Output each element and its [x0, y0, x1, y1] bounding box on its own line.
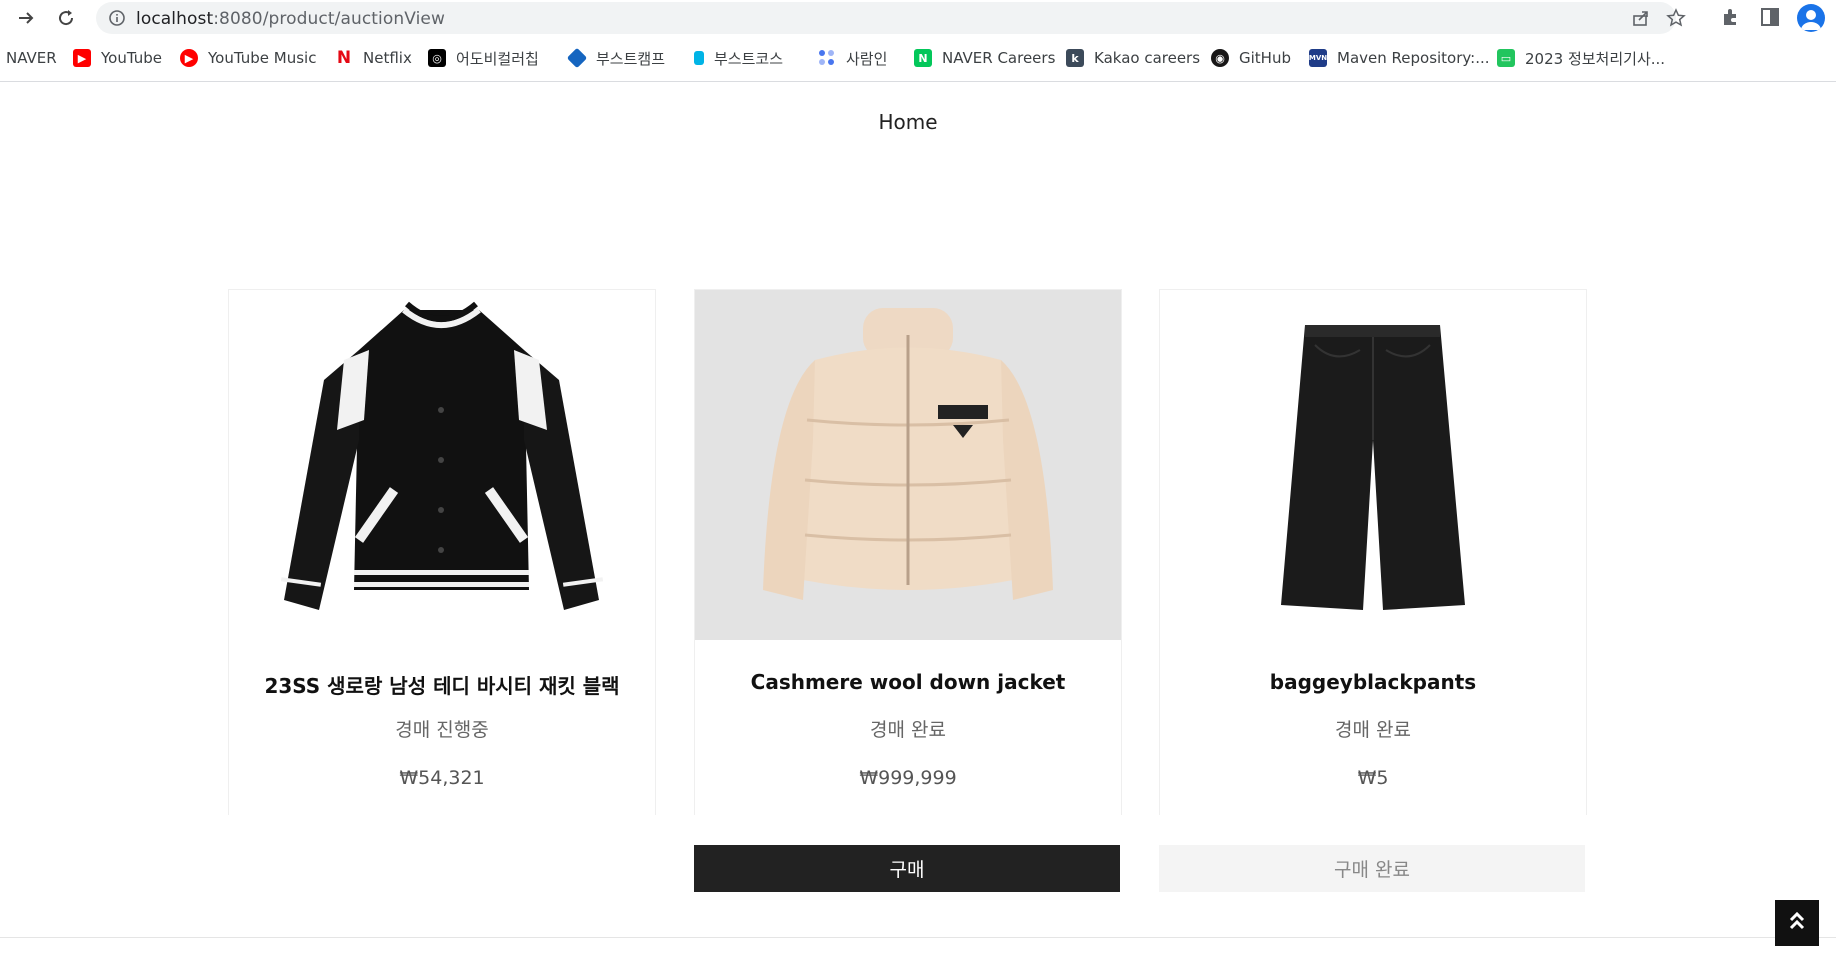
- home-link[interactable]: Home: [0, 110, 1816, 134]
- github-icon: ◉: [1211, 49, 1229, 67]
- bookmark-label: 어도비컬러칩: [456, 49, 539, 68]
- product-price: ₩54,321: [399, 767, 485, 789]
- naver-n-icon: N: [914, 49, 932, 67]
- product-card[interactable]: 23SS 생로랑 남성 테디 바시티 재킷 블랙 경매 진행중 ₩54,321: [228, 289, 656, 815]
- saramin-icon: [818, 49, 836, 67]
- bookmark-youtube[interactable]: ▶ YouTube: [73, 48, 162, 68]
- bookmark-label: 사람인: [846, 49, 888, 68]
- reload-icon[interactable]: [54, 6, 78, 30]
- bookmark-maven[interactable]: MVN Maven Repository:...: [1309, 48, 1490, 68]
- double-chevron-up-icon: [1787, 910, 1807, 936]
- footer-divider: [0, 937, 1836, 938]
- product-card[interactable]: Cashmere wool down jacket 경매 완료 ₩999,999: [694, 289, 1122, 815]
- bookmark-label: NAVER Careers: [942, 49, 1056, 67]
- product-name[interactable]: 23SS 생로랑 남성 테디 바시티 재킷 블랙: [229, 670, 655, 699]
- bookmark-label: GitHub: [1239, 49, 1291, 67]
- product-name[interactable]: Cashmere wool down jacket: [695, 670, 1121, 694]
- auction-status: 경매 진행중: [395, 719, 489, 741]
- bookmark-label: NAVER: [6, 49, 57, 67]
- bookmark-boostcamp[interactable]: 부스트캠프: [566, 47, 666, 69]
- youtube-music-icon: ▶: [180, 49, 198, 67]
- netflix-icon: N: [336, 48, 352, 68]
- url-text: localhost:8080/product/auctionView: [136, 9, 445, 29]
- bookmark-info-processing[interactable]: ▭ 2023 정보처리기사...: [1497, 48, 1665, 68]
- forward-arrow-icon[interactable]: [14, 6, 38, 30]
- product-card[interactable]: baggeyblackpants 경매 완료 ₩5: [1159, 289, 1587, 815]
- bookmark-label: Kakao careers: [1094, 49, 1201, 67]
- maven-icon: MVN: [1309, 49, 1327, 67]
- address-bar[interactable]: localhost:8080/product/auctionView: [96, 2, 1686, 34]
- bookmark-label: Maven Repository:...: [1337, 49, 1490, 67]
- product-image-black-pants[interactable]: [1160, 290, 1586, 640]
- share-icon[interactable]: [1631, 8, 1651, 32]
- kakao-k-icon: k: [1066, 49, 1084, 67]
- product-image-down-jacket[interactable]: [695, 290, 1121, 640]
- bookmarks-bar: NAVER ▶ YouTube ▶ YouTube Music N Netfli…: [0, 44, 1836, 72]
- bookmark-label: Netflix: [363, 49, 412, 67]
- product-price: ₩999,999: [859, 767, 957, 789]
- auction-status: 경매 완료: [870, 719, 946, 741]
- adobe-color-icon: ◎: [428, 49, 446, 67]
- profile-avatar-icon[interactable]: [1797, 4, 1825, 32]
- chrome-divider: [0, 81, 1836, 82]
- youtube-icon: ▶: [73, 49, 91, 67]
- auction-status: 경매 완료: [1335, 719, 1411, 741]
- product-image-varsity-jacket[interactable]: [229, 290, 655, 640]
- bookmark-label: 2023 정보처리기사...: [1525, 49, 1666, 68]
- bookmark-naver[interactable]: NAVER: [6, 48, 57, 68]
- bookmark-boostcourse[interactable]: 부스트코스: [694, 48, 783, 68]
- browser-toolbar: localhost:8080/product/auctionView: [0, 0, 1836, 36]
- scroll-to-top-button[interactable]: [1775, 900, 1819, 946]
- bookmark-github[interactable]: ◉ GitHub: [1211, 48, 1291, 68]
- chat-icon: ▭: [1497, 49, 1515, 67]
- buy-button[interactable]: 구매: [694, 845, 1120, 892]
- site-info-icon[interactable]: [108, 9, 126, 31]
- bookmark-label: YouTube: [101, 49, 162, 67]
- bookmark-label: 부스트코스: [714, 49, 784, 68]
- bookmark-label: 부스트캠프: [596, 49, 666, 68]
- url-path: :8080/product/auctionView: [213, 9, 445, 29]
- bookmark-star-icon[interactable]: [1666, 8, 1686, 32]
- purchase-complete-button[interactable]: 구매 완료: [1159, 845, 1585, 892]
- bookmark-adobe-color[interactable]: ◎ 어도비컬러칩: [428, 48, 539, 68]
- url-host: localhost: [136, 9, 214, 29]
- boostcourse-icon: [694, 51, 704, 65]
- extensions-icon[interactable]: [1720, 6, 1742, 32]
- bookmark-naver-careers[interactable]: N NAVER Careers: [914, 48, 1055, 68]
- bookmark-youtube-music[interactable]: ▶ YouTube Music: [180, 48, 316, 68]
- side-panel-icon[interactable]: [1759, 6, 1781, 32]
- bookmark-label: YouTube Music: [208, 49, 317, 67]
- bookmark-netflix[interactable]: N Netflix: [335, 48, 412, 68]
- product-name[interactable]: baggeyblackpants: [1160, 670, 1586, 694]
- product-price: ₩5: [1357, 767, 1389, 789]
- bookmark-saramin[interactable]: 사람인: [818, 48, 887, 68]
- bookmark-kakao-careers[interactable]: k Kakao careers: [1066, 48, 1200, 68]
- cube-icon: [566, 47, 588, 69]
